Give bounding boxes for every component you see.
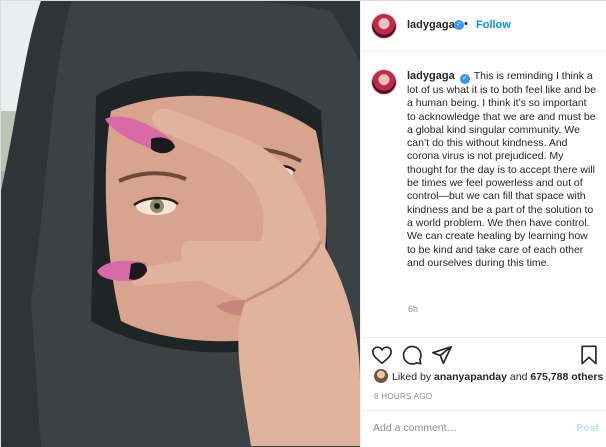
comment-input[interactable] — [373, 422, 563, 434]
post-photo[interactable] — [1, 1, 360, 447]
likes-count[interactable]: 675,788 others — [530, 371, 603, 383]
caption-time: 6h — [408, 304, 419, 314]
comment-icon[interactable] — [401, 344, 423, 366]
header-separator: • — [464, 18, 468, 30]
post-sidebar: ladygaga ✓ • Follow ladygaga ✓ This is rem… — [360, 1, 606, 447]
verified-badge-icon: ✓ — [459, 74, 470, 84]
post-comment-button[interactable]: Post — [576, 422, 599, 434]
comment-bar: Post — [361, 410, 606, 447]
liker-avatar[interactable] — [374, 369, 388, 383]
post-header: ladygaga ✓ • Follow — [361, 1, 606, 52]
heart-icon[interactable] — [371, 344, 393, 366]
likes-summary: Liked by ananyapanday and 675,788 others — [374, 369, 603, 383]
caption: ladygaga ✓ This is reminding I think a lot… — [407, 70, 597, 270]
author-avatar[interactable] — [372, 14, 396, 38]
likes-joiner: and — [509, 371, 528, 383]
liker-username[interactable]: ananyapanday — [434, 371, 507, 383]
post-timestamp[interactable]: 6 HOURS AGO — [374, 392, 432, 401]
caption-section: ladygaga ✓ This is reminding I think a lot… — [361, 52, 606, 337]
caption-text: This is reminding I think a lot of us wh… — [407, 70, 597, 269]
instagram-post: ladygaga ✓ • Follow ladygaga ✓ This is rem… — [0, 0, 606, 447]
likes-prefix: Liked by — [392, 371, 432, 383]
share-icon[interactable] — [431, 344, 453, 366]
caption-avatar[interactable] — [372, 70, 396, 94]
author-username[interactable]: ladygaga — [407, 19, 455, 31]
post-photo-illustration — [1, 1, 360, 447]
follow-button[interactable]: Follow — [476, 19, 511, 31]
verified-badge-icon: ✓ — [454, 20, 464, 30]
caption-username[interactable]: ladygaga — [407, 70, 455, 82]
bookmark-icon[interactable] — [578, 344, 600, 366]
